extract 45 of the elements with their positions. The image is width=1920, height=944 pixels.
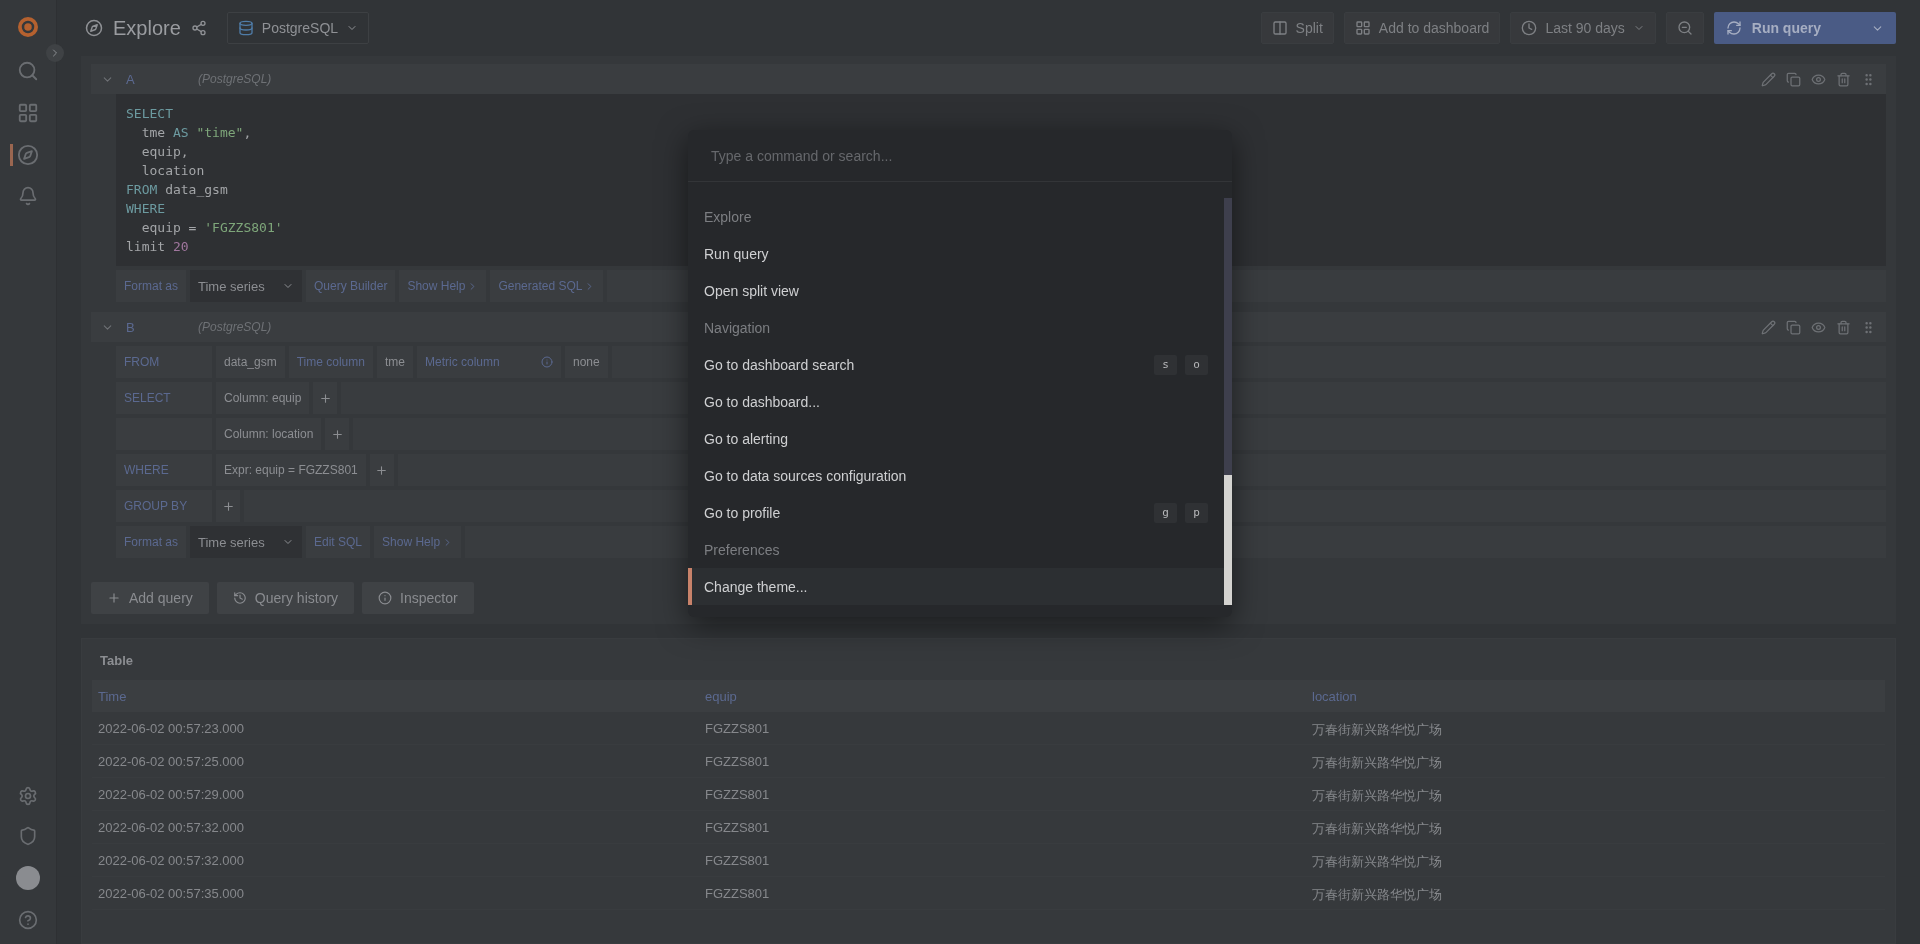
shortcut-key: p [1185,502,1208,523]
section-heading: Explore [703,207,753,227]
table-cell: FGZZS801 [699,778,1306,811]
table-cell: FGZZS801 [699,877,1306,910]
table-cell: 2022-06-02 00:57:23.000 [92,712,699,745]
section-heading: Preferences [703,540,781,560]
table-cell: 万春街新兴路华悦广场 [1306,778,1885,811]
format-label: Format as [116,270,186,302]
table-cell: 万春街新兴路华悦广场 [1306,811,1885,844]
page-title: Explore [113,16,181,40]
query-letter: B [126,319,136,335]
table-cell: 2022-06-02 00:57:35.000 [92,877,699,910]
table-cell: 2022-06-02 00:57:32.000 [92,811,699,844]
table-cell: 2022-06-02 00:57:25.000 [92,745,699,778]
shortcut-key: s [1154,354,1177,375]
query-letter: A [126,71,136,87]
code-line: location [140,162,205,180]
query-label: Metric column [416,346,561,378]
table-cell: FGZZS801 [699,844,1306,877]
code-line: limit 20 [126,238,189,256]
format-label: Format as [116,526,186,558]
code-line: FROM data_gsm [126,181,228,199]
shortcut-key: o [1185,354,1208,375]
clause-label: FROM [116,346,212,378]
clause-label: GROUP BY [116,490,212,522]
table-cell: FGZZS801 [699,745,1306,778]
code-line: SELECT [126,105,173,123]
table-cell: 万春街新兴路华悦广场 [1306,712,1885,745]
query-label: Time column [288,346,373,378]
table-cell: 2022-06-02 00:57:29.000 [92,778,699,811]
code-line: equip = 'FGZZS801' [140,219,283,237]
table-cell: 万春街新兴路华悦广场 [1306,745,1885,778]
table-cell: 2022-06-02 00:57:32.000 [92,844,699,877]
panel-title: Table [99,652,134,670]
table-cell: 万春街新兴路华悦广场 [1306,844,1885,877]
code-line: equip, [140,143,189,161]
shortcut-key: g [1154,502,1177,523]
code-line: WHERE [126,200,166,218]
clause-label: WHERE [116,454,212,486]
section-heading: Navigation [703,318,772,338]
table-cell: FGZZS801 [699,712,1306,745]
table-cell: 万春街新兴路华悦广场 [1306,877,1885,910]
code-line: tme AS "time", [140,124,252,142]
clause-label: SELECT [116,382,212,414]
table-cell: FGZZS801 [699,811,1306,844]
